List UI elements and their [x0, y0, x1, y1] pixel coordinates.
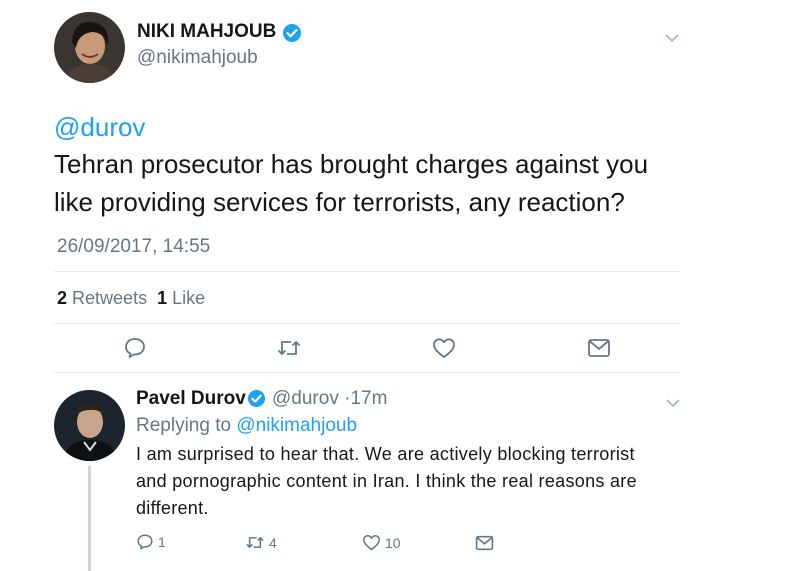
retweet-label[interactable]: Retweets	[72, 288, 147, 308]
divider	[54, 372, 680, 373]
like-icon	[432, 337, 456, 359]
reply-icon	[123, 336, 147, 360]
reply-text: I am surprised to hear that. We are acti…	[136, 444, 637, 518]
thread-line	[88, 466, 91, 571]
author-avatar[interactable]	[54, 12, 125, 83]
divider	[54, 323, 680, 324]
retweet-button[interactable]	[276, 337, 302, 359]
reply-author-avatar[interactable]	[54, 390, 125, 461]
direct-message-button[interactable]	[587, 338, 611, 358]
tweet-timestamp[interactable]: 26/09/2017, 14:55	[57, 236, 210, 258]
tweet-mention-link[interactable]: @durov	[54, 112, 145, 143]
message-icon	[587, 338, 611, 358]
engagement-stats: 2 Retweets 1 Like	[57, 288, 205, 309]
tweet-text: Tehran prosecutor has brought charges ag…	[54, 149, 649, 217]
direct-message-button[interactable]	[475, 535, 494, 551]
chevron-down-icon[interactable]	[665, 395, 681, 413]
reply-icon	[136, 533, 154, 551]
retweet-count: 4	[269, 534, 277, 551]
retweet-icon	[245, 534, 265, 551]
replying-to: Replying to @nikimahjoub	[136, 415, 357, 437]
like-button[interactable]	[432, 337, 456, 359]
like-button[interactable]: 10	[362, 534, 401, 551]
reply-button[interactable]	[123, 336, 147, 360]
reply-meta: @durov ·17m	[272, 388, 387, 410]
reply-author-handle[interactable]: @durov	[272, 388, 339, 409]
reply-count: 1	[158, 534, 166, 550]
verified-badge-icon	[282, 23, 302, 48]
like-icon	[362, 534, 381, 551]
chevron-down-icon[interactable]	[664, 30, 680, 48]
reply-button[interactable]: 1	[136, 533, 166, 551]
replying-prefix: Replying to	[136, 415, 232, 436]
reply-time[interactable]: 17m	[350, 388, 387, 409]
retweet-icon	[276, 337, 302, 359]
retweet-count[interactable]: 2	[57, 288, 67, 308]
reply-author-name[interactable]: Pavel Durov	[136, 388, 246, 410]
divider	[54, 271, 680, 272]
like-count: 10	[385, 534, 401, 551]
verified-badge-icon	[247, 389, 266, 413]
message-icon	[475, 535, 494, 551]
like-count[interactable]: 1	[157, 288, 167, 308]
author-name[interactable]: NIKI MAHJOUB	[137, 21, 276, 43]
author-handle[interactable]: @nikimahjoub	[137, 47, 258, 69]
like-label[interactable]: Like	[172, 288, 205, 308]
retweet-button[interactable]: 4	[245, 534, 277, 551]
replying-to-link[interactable]: @nikimahjoub	[236, 415, 357, 436]
